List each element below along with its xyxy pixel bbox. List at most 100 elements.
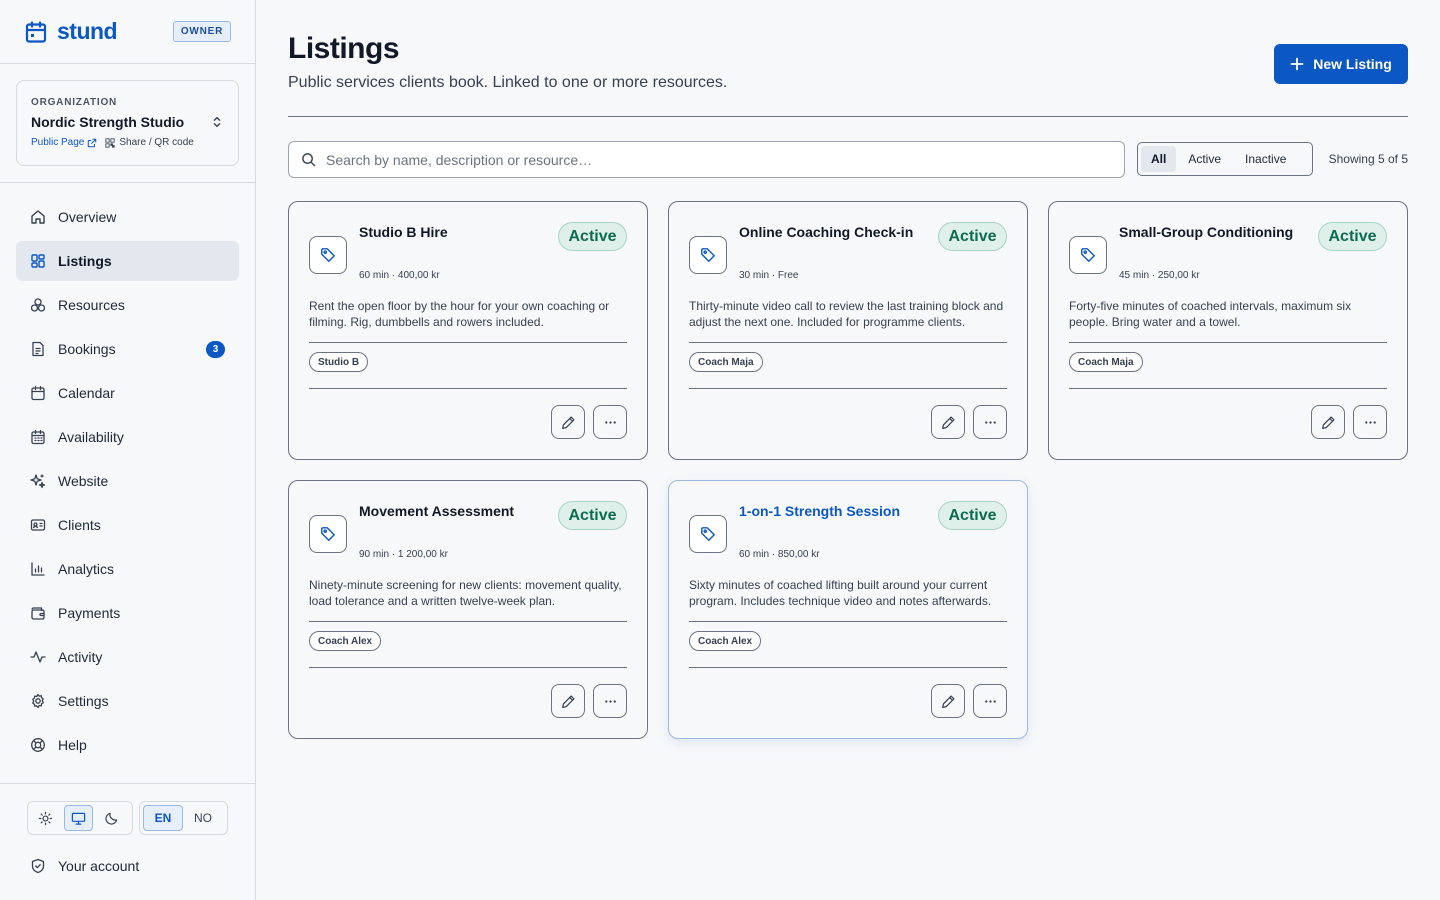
pencil-icon [941, 415, 955, 429]
card-divider [1069, 342, 1387, 343]
status-filter: All Active Inactive [1137, 142, 1313, 176]
listing-meta: 90 min · 1 200,00 kr [359, 549, 448, 560]
sidebar-item-settings[interactable]: Settings [16, 681, 239, 721]
grid-icon [30, 253, 46, 269]
share-qr-link[interactable]: Share / QR code [105, 137, 194, 148]
status-badge: Active [558, 222, 627, 251]
calendar-icon [30, 385, 46, 401]
sidebar-item-analytics[interactable]: Analytics [16, 549, 239, 589]
filter-inactive-button[interactable]: Inactive [1233, 146, 1298, 172]
tag-icon [309, 515, 347, 553]
listing-card[interactable]: Movement Assessment Active 90 min · 1 20… [288, 480, 648, 739]
listing-title[interactable]: Online Coaching Check-in [739, 224, 935, 240]
new-listing-label: New Listing [1313, 56, 1392, 72]
edit-button[interactable] [1311, 405, 1345, 439]
page-subtitle: Public services clients book. Linked to … [288, 74, 728, 91]
sidebar-item-overview[interactable]: Overview [16, 197, 239, 237]
sidebar-item-listings[interactable]: Listings [16, 241, 239, 281]
filter-all-button[interactable]: All [1141, 146, 1177, 172]
theme-system-button[interactable] [63, 805, 94, 831]
pencil-icon [1321, 415, 1335, 429]
role-badge: OWNER [173, 21, 231, 42]
more-options-button[interactable] [973, 405, 1007, 439]
edit-button[interactable] [931, 405, 965, 439]
pencil-icon [561, 415, 575, 429]
sidebar-divider [0, 182, 255, 183]
organization-switcher[interactable]: ORGANIZATION Nordic Strength Studio Publ… [16, 80, 239, 166]
public-page-link[interactable]: Public Page [31, 137, 97, 148]
sidebar-item-label: Payments [58, 605, 121, 621]
listing-title[interactable]: 1-on-1 Strength Session [739, 503, 935, 519]
sidebar-item-activity[interactable]: Activity [16, 637, 239, 677]
listing-card[interactable]: Small-Group Conditioning Active 45 min ·… [1048, 201, 1408, 460]
sidebar-item-label: Listings [58, 253, 112, 269]
home-icon [30, 209, 46, 225]
resource-chip: Coach Alex [309, 631, 382, 651]
language-no-button[interactable]: NO [183, 805, 223, 831]
listing-meta: 30 min · Free [739, 270, 799, 281]
sidebar-bottom-divider [0, 783, 255, 784]
lifebuoy-icon [30, 737, 46, 753]
listing-card[interactable]: Studio B Hire Active 60 min · 400,00 kr … [288, 201, 648, 460]
sidebar-item-label: Analytics [58, 561, 115, 577]
sidebar-item-calendar[interactable]: Calendar [16, 373, 239, 413]
edit-button[interactable] [931, 684, 965, 718]
sidebar-item-label: Website [58, 473, 109, 489]
sidebar-item-help[interactable]: Help [16, 725, 239, 765]
listing-card[interactable]: 1-on-1 Strength Session Active 60 min · … [668, 480, 1028, 739]
bar-chart-icon [30, 561, 46, 577]
sidebar-item-resources[interactable]: Resources [16, 285, 239, 325]
sidebar-item-label: Availability [58, 429, 124, 445]
more-options-button[interactable] [1353, 405, 1387, 439]
listing-meta: 60 min · 850,00 kr [739, 549, 820, 560]
language-en-button[interactable]: EN [143, 805, 183, 831]
search-icon [302, 153, 316, 167]
search-input[interactable] [326, 151, 1106, 168]
sidebar-item-label: Calendar [58, 385, 115, 401]
listing-description: Forty-five minutes of coached intervals,… [1069, 299, 1352, 329]
sidebar-item-clients[interactable]: Clients [16, 505, 239, 545]
status-badge: Active [938, 501, 1007, 530]
resource-chip: Coach Maja [1069, 352, 1143, 372]
sidebar: stund OWNER ORGANIZATION Nordic Strength… [0, 0, 256, 900]
filter-active-button[interactable]: Active [1176, 146, 1233, 172]
your-account-link[interactable]: Your account [30, 858, 139, 874]
tag-icon [689, 236, 727, 274]
sidebar-item-payments[interactable]: Payments [16, 593, 239, 633]
new-listing-button[interactable]: New Listing [1274, 44, 1408, 84]
sidebar-item-website[interactable]: Website [16, 461, 239, 501]
sidebar-item-availability[interactable]: Availability [16, 417, 239, 457]
sidebar-item-bookings[interactable]: Bookings 3 [16, 329, 239, 369]
calendar-days-icon [30, 429, 46, 445]
calendar-logo-icon [24, 20, 48, 44]
sidebar-item-label: Clients [58, 517, 101, 533]
card-divider [309, 388, 627, 389]
plus-icon [1290, 57, 1304, 71]
listing-title[interactable]: Small-Group Conditioning [1119, 224, 1315, 240]
listing-title[interactable]: Studio B Hire [359, 224, 555, 240]
chevron-up-down-icon[interactable] [210, 115, 224, 129]
theme-light-button[interactable] [31, 805, 61, 831]
card-divider [689, 621, 1007, 622]
resource-chip: Coach Alex [689, 631, 762, 651]
edit-button[interactable] [551, 684, 585, 718]
language-switcher: EN NO [139, 801, 228, 835]
more-options-button[interactable] [593, 405, 627, 439]
edit-button[interactable] [551, 405, 585, 439]
brand-header: stund OWNER [0, 0, 255, 64]
listing-card[interactable]: Online Coaching Check-in Active 30 min ·… [668, 201, 1028, 460]
sun-icon [39, 811, 53, 825]
status-badge: Active [938, 222, 1007, 251]
page-title: Listings [288, 32, 400, 65]
listing-title[interactable]: Movement Assessment [359, 503, 555, 519]
theme-dark-button[interactable] [96, 805, 126, 831]
card-divider [309, 667, 627, 668]
status-badge: Active [1318, 222, 1387, 251]
public-page-label: Public Page [31, 137, 85, 148]
brand-name[interactable]: stund [57, 18, 118, 45]
resource-chip: Studio B [309, 352, 369, 372]
more-options-button[interactable] [973, 684, 1007, 718]
more-options-button[interactable] [593, 684, 627, 718]
organization-label: ORGANIZATION [31, 97, 118, 108]
sidebar-item-label: Bookings [58, 341, 116, 357]
